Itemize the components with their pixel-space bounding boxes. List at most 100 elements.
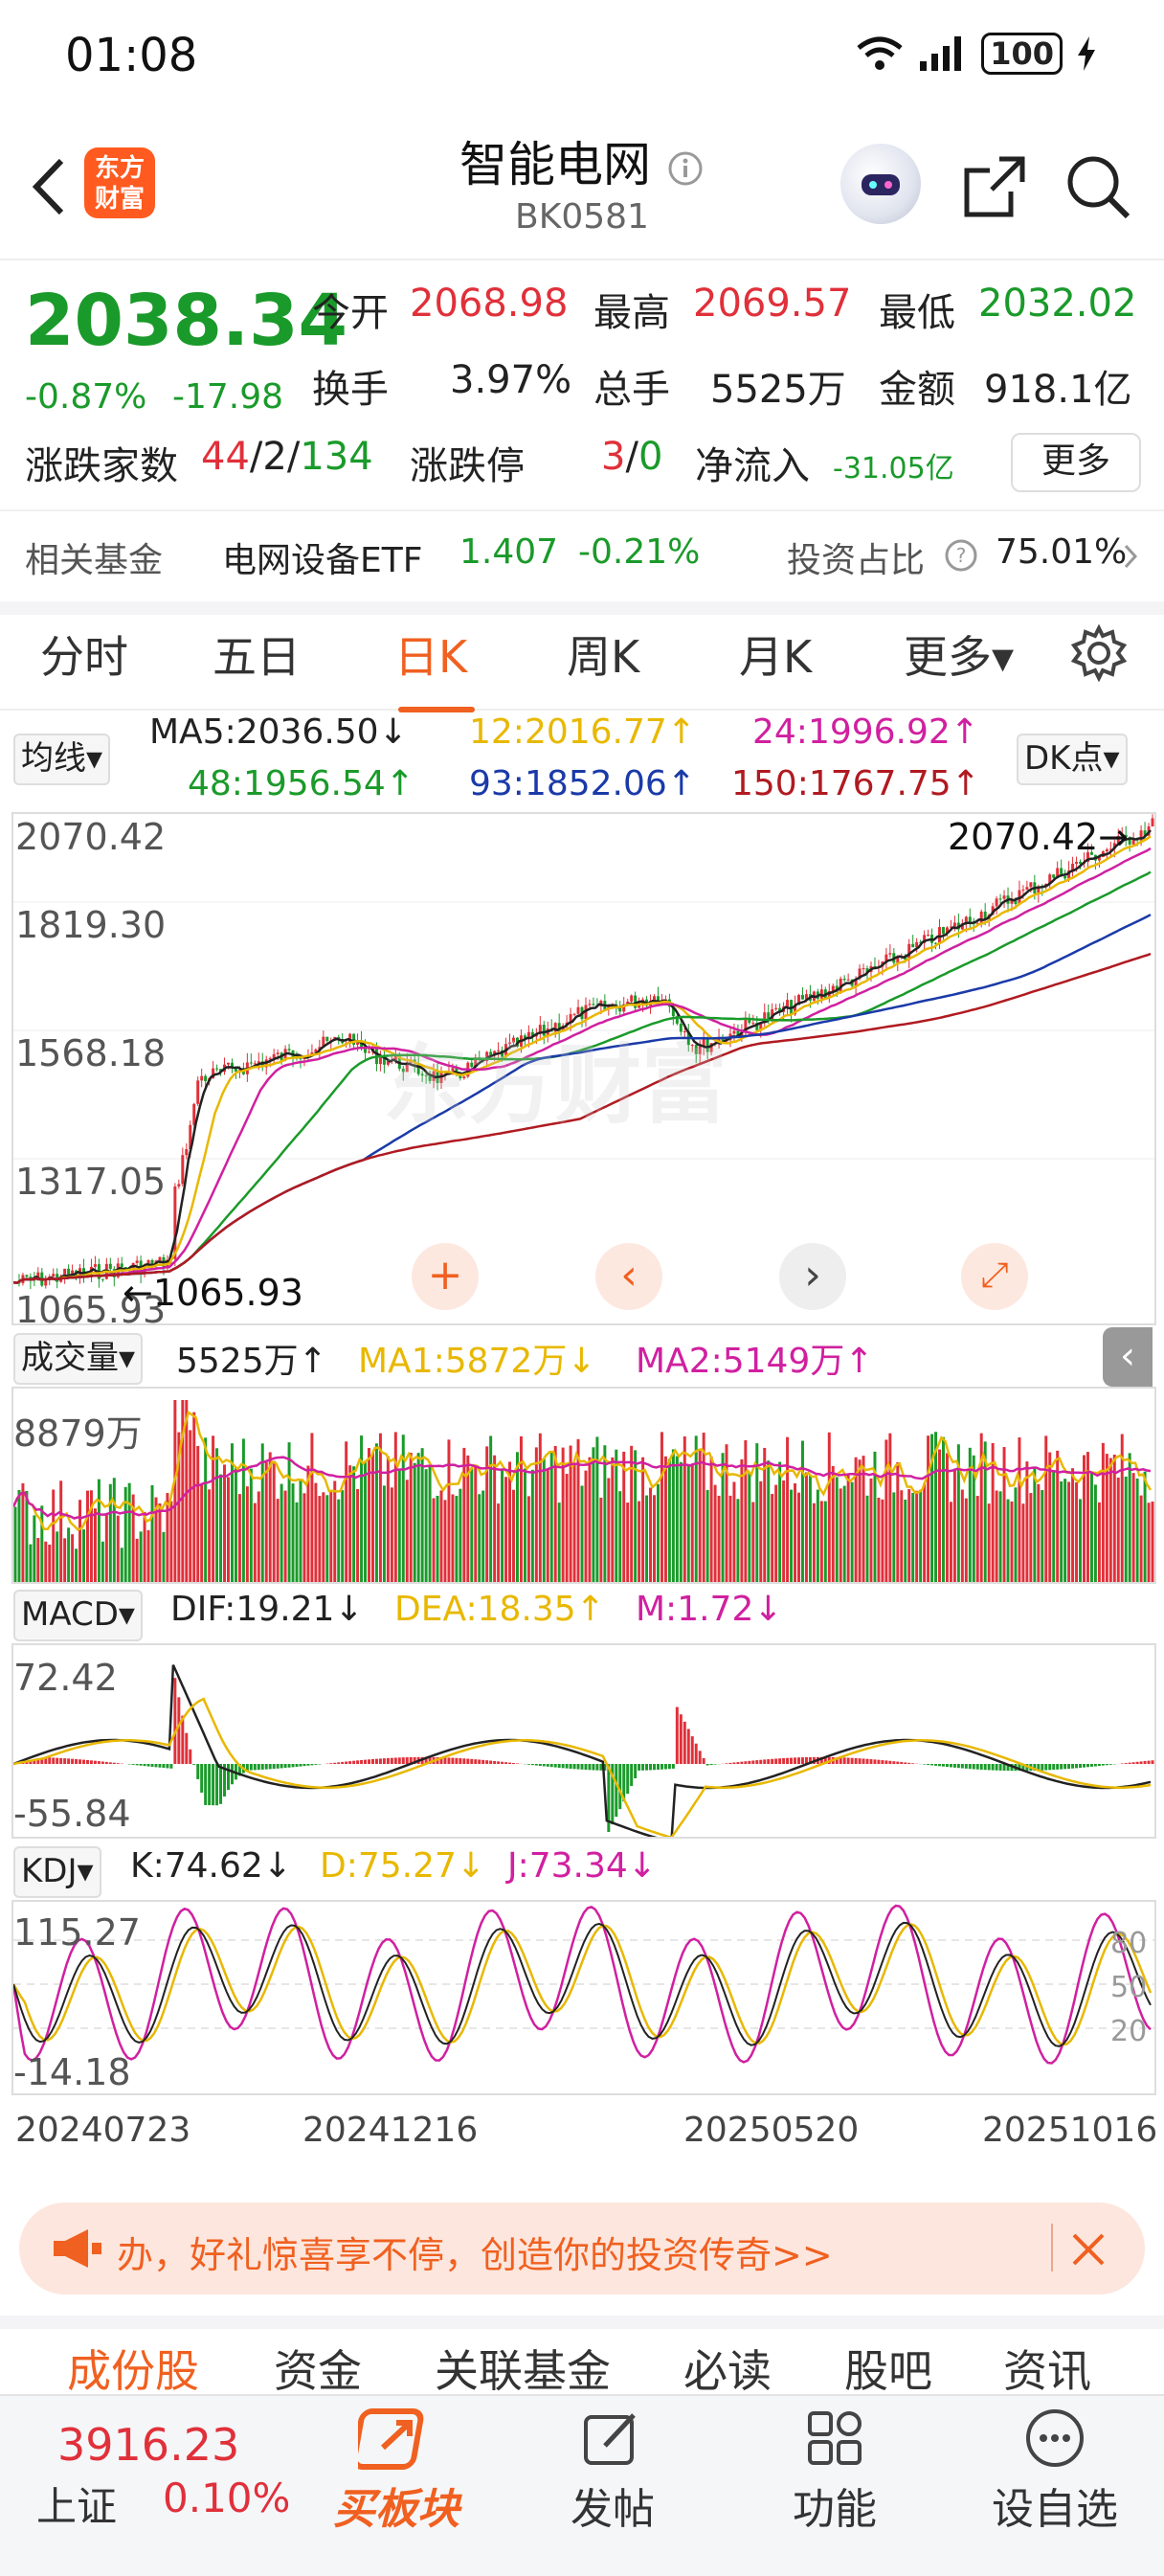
tab-daily-k[interactable]: 日K — [394, 622, 467, 686]
volume-bar — [121, 1548, 123, 1582]
macd-bar — [687, 1729, 690, 1764]
index-percent[interactable]: 0.10% — [163, 2474, 290, 2521]
volume-bar — [1075, 1482, 1078, 1582]
kdj-j-label: J:73.34↓ — [507, 1846, 657, 1886]
kdj-chart[interactable] — [11, 1900, 1156, 2095]
scroll-right-button[interactable]: › — [779, 1243, 846, 1310]
macd-bar — [570, 1764, 572, 1769]
tab-capital[interactable]: 资金 — [274, 2337, 362, 2400]
macd-bar — [592, 1764, 594, 1770]
nav-add-watchlist[interactable]: 设自选 — [978, 2474, 1131, 2536]
volume-bar — [653, 1495, 656, 1582]
tab-intraday[interactable]: 分时 — [40, 622, 128, 686]
nav-functions[interactable]: 功能 — [758, 2474, 911, 2536]
macd-bar — [953, 1764, 956, 1768]
macd-bar — [52, 1757, 55, 1764]
functions-grid-icon[interactable] — [804, 2407, 865, 2469]
help-icon[interactable]: ? — [944, 538, 978, 573]
volume-bar — [744, 1440, 747, 1582]
close-icon[interactable] — [1070, 2231, 1107, 2268]
macd-bar — [364, 1760, 367, 1764]
macd-bar — [630, 1764, 633, 1786]
macd-bar — [870, 1759, 873, 1764]
indicator-select-kdj[interactable]: KDJ▾ — [13, 1846, 101, 1898]
volume-bar — [595, 1436, 598, 1582]
macd-bar — [767, 1759, 770, 1764]
macd-bar — [744, 1761, 747, 1764]
macd-bar — [250, 1764, 253, 1771]
macd-bar — [306, 1764, 309, 1766]
volume-bar — [117, 1516, 120, 1582]
macd-chart[interactable] — [11, 1643, 1156, 1839]
macd-bar — [877, 1760, 880, 1764]
info-icon[interactable] — [666, 149, 705, 188]
volume-bar — [443, 1500, 446, 1582]
nav-buy-sector[interactable]: 买板块 — [320, 2474, 473, 2536]
candle-body — [173, 1186, 176, 1259]
macd-bar — [797, 1757, 800, 1764]
tab-forum[interactable]: 股吧 — [844, 2337, 932, 2400]
macd-bar — [751, 1760, 754, 1764]
volume-bar — [618, 1491, 621, 1582]
index-value[interactable]: 3916.23 — [57, 2419, 239, 2471]
zoom-in-button[interactable]: + — [412, 1243, 479, 1310]
volume-chart[interactable] — [11, 1387, 1156, 1584]
macd-bar — [680, 1714, 683, 1764]
settings-gear-icon[interactable] — [1070, 624, 1128, 682]
post-edit-icon[interactable] — [580, 2407, 641, 2469]
assistant-robot-icon[interactable] — [840, 144, 921, 224]
tab-constituents[interactable]: 成份股 — [67, 2337, 199, 2400]
collapse-panel-button[interactable]: ‹ — [1103, 1327, 1153, 1387]
dk-point-select[interactable]: DK点▾ — [1017, 734, 1128, 785]
tab-news[interactable]: 资讯 — [1003, 2337, 1091, 2400]
indicator-select-macd[interactable]: MACD▾ — [13, 1590, 143, 1641]
ma12-label: 12:2016.77↑ — [469, 712, 696, 752]
volume-bar — [1109, 1458, 1112, 1582]
tab-weekly-k[interactable]: 周K — [567, 622, 639, 686]
macd-axis-min: -55.84 — [13, 1793, 131, 1835]
volume-bar — [265, 1460, 268, 1582]
macd-bar — [740, 1762, 743, 1764]
macd-bar — [547, 1764, 549, 1767]
share-icon[interactable] — [961, 153, 1028, 220]
macd-bar — [86, 1760, 89, 1764]
tab-monthly-k[interactable]: 月K — [739, 622, 812, 686]
volume-bar — [1052, 1471, 1055, 1582]
buy-sector-icon[interactable] — [358, 2406, 435, 2473]
candle-body — [300, 1058, 302, 1059]
volume-bar — [14, 1507, 17, 1582]
nav-post[interactable]: 发帖 — [536, 2474, 689, 2536]
volume-bar — [394, 1432, 397, 1582]
fullscreen-button[interactable]: ⤢ — [961, 1243, 1028, 1310]
fund-name[interactable]: 电网设备ETF — [222, 532, 422, 582]
open-label: 今开 — [312, 282, 389, 337]
macd-bar — [173, 1678, 176, 1764]
price-axis-label-1: 2070.42 — [15, 816, 166, 858]
macd-dif-label: DIF:19.21↓ — [170, 1590, 364, 1629]
macd-bar — [67, 1758, 70, 1764]
tab-must-read[interactable]: 必读 — [683, 2337, 772, 2400]
macd-bar — [155, 1764, 158, 1767]
add-watchlist-icon[interactable] — [1022, 2406, 1087, 2471]
scroll-left-button[interactable]: ‹ — [595, 1243, 662, 1310]
indicator-select-ma[interactable]: 均线▾ — [13, 734, 110, 785]
banner-divider — [1051, 2224, 1053, 2271]
volume-bar — [329, 1490, 332, 1582]
macd-bar — [1044, 1764, 1047, 1771]
macd-bar — [451, 1758, 454, 1764]
tab-five-day[interactable]: 五日 — [213, 622, 301, 686]
tab-more[interactable]: 更多▾ — [904, 622, 1014, 686]
price-axis-label-4: 1317.05 — [15, 1161, 166, 1203]
volume-bar — [626, 1503, 629, 1582]
search-icon[interactable] — [1064, 153, 1131, 220]
tab-related-funds[interactable]: 关联基金 — [435, 2337, 611, 2400]
indicator-select-volume[interactable]: 成交量▾ — [13, 1333, 143, 1385]
volume-bar — [489, 1435, 492, 1582]
battery-indicator: 100 — [981, 33, 1063, 75]
macd-bar — [527, 1764, 530, 1765]
index-name[interactable]: 上证 — [36, 2474, 117, 2533]
candle-body — [204, 1076, 207, 1081]
volume-bar — [706, 1490, 709, 1582]
more-button[interactable]: 更多 — [1011, 433, 1141, 492]
candle-body — [52, 1274, 55, 1277]
